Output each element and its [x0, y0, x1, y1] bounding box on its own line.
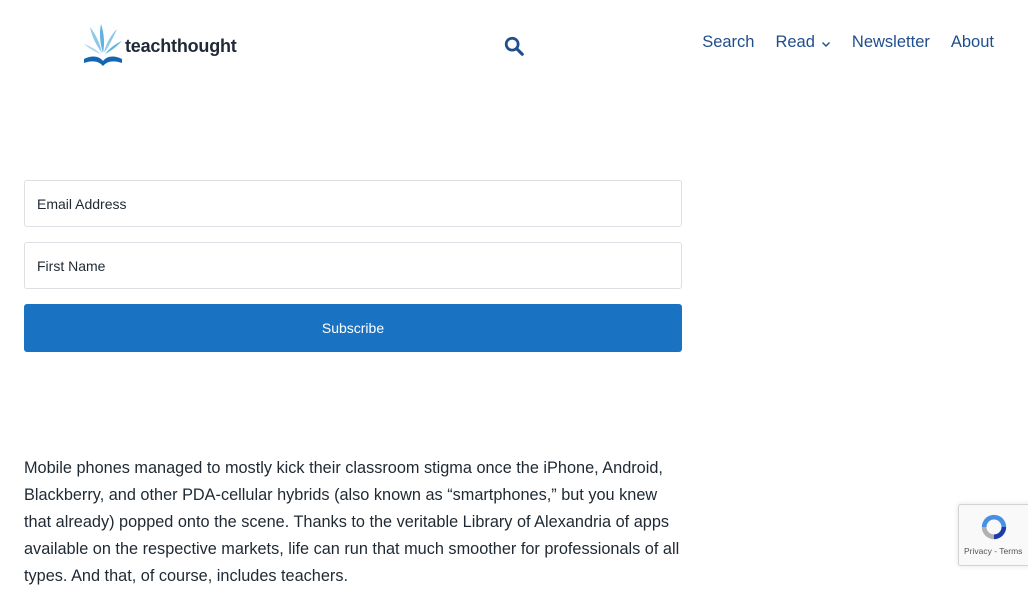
nav-item-newsletter[interactable]: Newsletter	[852, 33, 930, 52]
recaptcha-icon	[981, 514, 1007, 540]
chevron-down-icon	[821, 41, 830, 47]
subscribe-button[interactable]: Subscribe	[24, 304, 682, 352]
search-icon[interactable]	[503, 35, 525, 57]
nav-item-read-label: Read	[775, 33, 815, 51]
main-nav: Search Read Newsletter About	[681, 33, 994, 52]
first-name-field[interactable]	[24, 242, 682, 289]
recaptcha-badge[interactable]: Privacy - Terms	[958, 504, 1028, 566]
site-logo[interactable]: teachthought	[82, 22, 237, 70]
recaptcha-links[interactable]: Privacy - Terms	[964, 546, 1022, 556]
logo-text: teachthought	[125, 35, 237, 56]
newsletter-signup-form: Subscribe	[24, 180, 682, 352]
site-header: teachthought Search Read Newsletter Abou…	[0, 0, 1028, 90]
article-paragraph: Mobile phones managed to mostly kick the…	[24, 459, 680, 585]
nav-item-read[interactable]: Read	[775, 33, 830, 52]
email-field[interactable]	[24, 180, 682, 227]
nav-item-search[interactable]: Search	[702, 33, 754, 52]
nav-item-about[interactable]: About	[951, 33, 994, 52]
teachthought-logo-icon	[84, 24, 122, 66]
